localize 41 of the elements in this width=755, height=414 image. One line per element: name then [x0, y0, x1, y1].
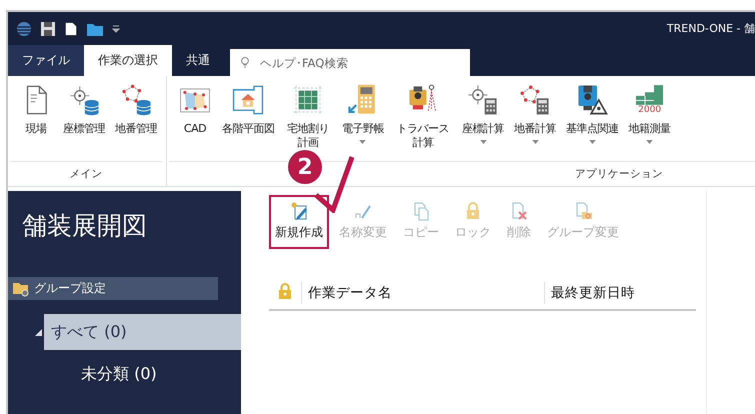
ribbon-button[interactable]: 各階平面図: [217, 82, 280, 138]
checkmark-icon: [314, 155, 354, 213]
icon-caption: 2000: [638, 105, 662, 115]
cadastral-map-icon: [636, 85, 664, 105]
folder-gear-icon: [12, 280, 30, 296]
dropdown-icon[interactable]: [112, 24, 120, 34]
save-icon[interactable]: [40, 20, 56, 36]
ribbon-button[interactable]: 基準点関連: [561, 82, 624, 146]
house-plan-icon: [231, 83, 266, 117]
caret-icon: [646, 140, 654, 144]
window-title: TREND-ONE - 舗: [666, 21, 755, 36]
pencil-sparkle-icon: [289, 201, 309, 221]
ribbon-button[interactable]: 宅地割り計画: [280, 82, 337, 152]
column-header[interactable]: 最終更新日時: [551, 284, 635, 302]
ribbon-tab[interactable]: 作業の選択: [84, 45, 172, 76]
tree-item[interactable]: 未分類 (0): [74, 356, 241, 392]
lightbulb-icon: [240, 56, 250, 69]
tree-item[interactable]: すべて (0): [44, 314, 241, 350]
app-logo-icon[interactable]: [16, 20, 32, 36]
ribbon-tab[interactable]: ファイル: [8, 45, 84, 76]
caret-icon: [588, 140, 596, 144]
ribbon-button[interactable]: 地番計算: [509, 82, 562, 146]
ribbon-button[interactable]: 座標管理: [58, 82, 110, 138]
group-label: メイン: [10, 161, 162, 186]
caret-icon: [359, 140, 366, 144]
ribbon-button[interactable]: 2000 地籍測量: [624, 82, 676, 146]
search-field[interactable]: ヘルプ･FAQ検索: [230, 49, 470, 76]
new-file-icon[interactable]: [64, 20, 78, 36]
ribbon-button[interactable]: 地番管理: [110, 82, 162, 138]
ribbon-button[interactable]: CAD: [173, 82, 217, 138]
ribbon-button[interactable]: トラバース計算: [388, 82, 458, 152]
ribbon-button[interactable]: 座標計算: [457, 82, 510, 146]
column-header[interactable]: 作業データ名: [308, 284, 392, 302]
caret-icon: [480, 140, 487, 144]
toolbar-button[interactable]: 新規作成: [269, 195, 329, 249]
ribbon-button[interactable]: 電子野帳: [336, 82, 389, 146]
group-settings-bar[interactable]: グループ設定: [8, 277, 218, 300]
caret-icon: [532, 140, 539, 144]
ribbon-button[interactable]: 現場: [14, 82, 58, 138]
ribbon-tab[interactable]: 共通: [172, 45, 224, 76]
sidebar-title: 舗装展開図: [21, 210, 148, 242]
